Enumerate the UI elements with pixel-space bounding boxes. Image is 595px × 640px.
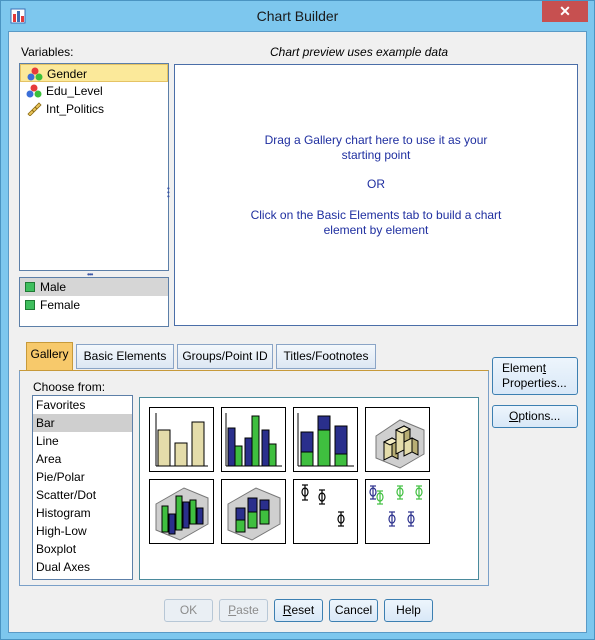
variables-list[interactable]: Gender Edu_Level Int_Politics <box>19 63 169 271</box>
chart-type-boxplot[interactable]: Boxplot <box>33 540 132 558</box>
chart-type-line[interactable]: Line <box>33 432 132 450</box>
cancel-button[interactable]: Cancel <box>329 599 378 622</box>
window-title: Chart Builder <box>256 8 339 24</box>
category-label: Male <box>40 280 67 294</box>
tab-basic-elements[interactable]: Basic Elements <box>76 344 174 369</box>
element-properties-label-line2: Properties... <box>502 376 567 390</box>
chart-type-list[interactable]: Favorites Bar Line Area Pie/Polar Scatte… <box>32 395 133 580</box>
ok-button[interactable]: OK <box>164 599 213 622</box>
3d-bar-icon <box>375 419 425 469</box>
options-mnemonic: O <box>509 409 519 423</box>
chart-builder-window: Chart Builder ✕ Variables: Chart preview… <box>0 0 595 640</box>
help-button[interactable]: Help <box>384 599 433 622</box>
3d-clustered-bar-icon <box>155 487 209 541</box>
simple-bar-icon <box>155 413 208 467</box>
choose-from-label: Choose from: <box>33 380 106 394</box>
chart-gallery <box>139 397 479 580</box>
variable-item-int-politics[interactable]: Int_Politics <box>20 100 168 118</box>
chart-type-high-low[interactable]: High-Low <box>33 522 132 540</box>
chart-type-scatter-dot[interactable]: Scatter/Dot <box>33 486 132 504</box>
reset-button[interactable]: Reset <box>274 599 323 622</box>
chart-type-area[interactable]: Area <box>33 450 132 468</box>
chart-type-histogram[interactable]: Histogram <box>33 504 132 522</box>
reset-label: eset <box>291 603 315 617</box>
3d-clustered-bar-thumbnail[interactable] <box>149 479 214 544</box>
clustered-bar-thumbnail[interactable] <box>221 407 286 472</box>
variable-item-gender[interactable]: Gender <box>20 64 168 82</box>
variable-item-edu-level[interactable]: Edu_Level <box>20 82 168 100</box>
preview-instruction-line5: element by element <box>323 223 429 237</box>
tab-titles-footnotes[interactable]: Titles/Footnotes <box>276 344 376 369</box>
nominal-icon <box>27 67 43 81</box>
preview-instruction-line2: starting point <box>341 148 411 162</box>
clustered-error-bar-icon <box>369 485 423 527</box>
category-item-female[interactable]: Female <box>20 296 168 314</box>
element-properties-label-pre: Elemen <box>502 361 543 375</box>
paste-button[interactable]: Paste <box>219 599 268 622</box>
element-properties-button[interactable]: Element Properties... <box>492 357 578 395</box>
category-swatch-icon <box>25 282 35 292</box>
title-bar[interactable]: Chart Builder ✕ <box>1 1 594 31</box>
category-swatch-icon <box>25 300 35 310</box>
chart-type-dual-axes[interactable]: Dual Axes <box>33 558 132 576</box>
dialog-body: Variables: Chart preview uses example da… <box>8 31 587 633</box>
element-properties-mnemonic: t <box>542 361 547 375</box>
stacked-bar-icon <box>297 413 354 467</box>
3d-bar-thumbnail[interactable] <box>365 407 430 472</box>
splitter-grip-vertical[interactable]: • • • <box>167 185 173 201</box>
clustered-error-bar-thumbnail[interactable] <box>365 479 430 544</box>
category-item-male[interactable]: Male <box>20 278 168 296</box>
scale-icon <box>27 102 42 116</box>
simple-bar-thumbnail[interactable] <box>149 407 214 472</box>
preview-caption: Chart preview uses example data <box>270 45 449 59</box>
3d-stacked-bar-thumbnail[interactable] <box>221 479 286 544</box>
preview-instruction-line1: Drag a Gallery chart here to use it as y… <box>264 133 488 147</box>
paste-label: aste <box>236 603 259 617</box>
nominal-icon <box>26 84 42 98</box>
category-label: Female <box>40 298 81 312</box>
clustered-bar-icon <box>225 413 282 467</box>
variables-label: Variables: <box>21 45 74 59</box>
paste-mnemonic: P <box>228 603 237 617</box>
chart-type-bar[interactable]: Bar <box>33 414 132 432</box>
chart-type-favorites[interactable]: Favorites <box>33 396 132 414</box>
categories-list[interactable]: Male Female <box>19 277 169 327</box>
preview-instruction-or: OR <box>367 177 385 191</box>
options-button[interactable]: Options... <box>492 405 578 428</box>
close-button[interactable]: ✕ <box>542 1 588 22</box>
tab-gallery[interactable]: Gallery <box>26 342 73 371</box>
error-bar-icon <box>301 484 345 527</box>
stacked-bar-thumbnail[interactable] <box>293 407 358 472</box>
chart-preview-canvas[interactable]: Drag a Gallery chart here to use it as y… <box>174 64 578 326</box>
variable-label: Int_Politics <box>46 102 105 116</box>
preview-instruction-line4: Click on the Basic Elements tab to build… <box>250 208 502 222</box>
variable-label: Edu_Level <box>46 84 103 98</box>
3d-stacked-bar-icon <box>227 487 281 541</box>
chart-type-pie-polar[interactable]: Pie/Polar <box>33 468 132 486</box>
options-label: ptions... <box>518 409 561 423</box>
variable-label: Gender <box>47 67 88 81</box>
tab-groups-point-id[interactable]: Groups/Point ID <box>177 344 273 369</box>
error-bar-thumbnail[interactable] <box>293 479 358 544</box>
